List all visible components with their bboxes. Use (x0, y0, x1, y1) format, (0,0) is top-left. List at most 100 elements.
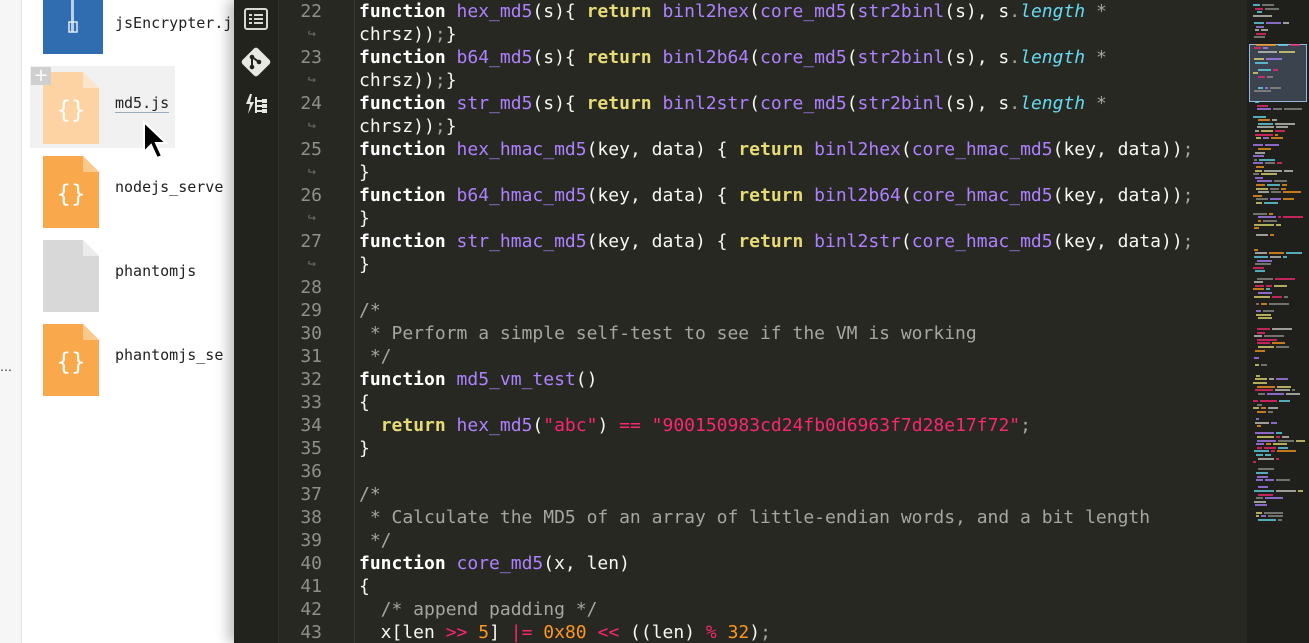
code-token: hex_md5 (456, 1, 533, 22)
minimap-line (1279, 400, 1290, 402)
minimap-line (1255, 349, 1265, 352)
minimap-line (1271, 450, 1275, 453)
minimap-line (1253, 144, 1263, 147)
js-file-icon: {} (43, 324, 99, 396)
line-number: 25 (300, 139, 322, 160)
minimap-line (1265, 497, 1283, 500)
minimap-line (1266, 284, 1272, 287)
code-line: return hex_md5("abc") == "900150983cd24f… (359, 414, 1031, 437)
code-token: function (359, 47, 457, 68)
svg-text:{}: {} (57, 96, 86, 124)
minimap[interactable] (1247, 0, 1309, 643)
line-number: 43 (300, 622, 322, 643)
minimap-line (1278, 439, 1294, 442)
minimap-line (1261, 364, 1267, 366)
line-number: 32 (300, 369, 322, 390)
minimap-line (1276, 432, 1282, 435)
code-token: return (586, 47, 663, 68)
file-name: nodejs_serve (115, 178, 224, 196)
minimap-line (1253, 72, 1258, 75)
code-token: ( (749, 47, 760, 68)
minimap-line (1276, 479, 1290, 482)
code-token: str_hmac_md5 (456, 231, 587, 252)
file-item-phantomjs[interactable]: phantomjs (30, 234, 196, 316)
code-token: x[len (359, 622, 446, 643)
minimap-line (1253, 400, 1258, 402)
minimap-line (1265, 479, 1274, 482)
minimap-line (1298, 490, 1303, 492)
code-token: * Calculate the MD5 of an array of littl… (359, 507, 1151, 528)
minimap-line (1254, 248, 1258, 251)
file-item-phantomjs-server[interactable]: {} phantomjs_se (30, 318, 223, 400)
code-token: 5 (478, 622, 490, 643)
code-token: 32 (727, 622, 750, 643)
outline-icon[interactable] (243, 6, 269, 32)
minimap-line (1257, 104, 1268, 107)
code-token: length (1020, 93, 1086, 114)
code-token: == (619, 415, 641, 436)
code-token: str2binl (857, 1, 945, 22)
more-ellipsis[interactable]: … (0, 360, 12, 374)
line-number: 24 (300, 93, 322, 114)
code-token: binl2str (814, 231, 901, 252)
minimap-line (1261, 130, 1273, 132)
minimap-line (1260, 400, 1277, 402)
code-token: << (597, 622, 620, 643)
code-token: } (359, 438, 370, 459)
minimap-line (1253, 155, 1264, 158)
minimap-line (1257, 403, 1262, 406)
minimap-line (1270, 198, 1281, 201)
code-area[interactable]: function hex_md5(s){ return binl2hex(cor… (359, 0, 1239, 643)
code-token: (key, data)) (1052, 231, 1183, 252)
code-line: function core_md5(x, len) (359, 552, 630, 575)
minimap-line (1255, 263, 1271, 266)
minimap-line (1254, 281, 1263, 284)
minimap-line (1269, 378, 1274, 381)
minimap-line (1279, 50, 1295, 53)
minimap-line (1258, 392, 1265, 395)
code-token: binl2b64 (814, 185, 901, 206)
code-token: (s), s (944, 1, 1010, 22)
code-token: function (359, 93, 457, 114)
minimap-line (1276, 126, 1288, 129)
code-line: function md5_vm_test() (359, 368, 597, 391)
minimap-line (1275, 389, 1290, 392)
code-token: ( (900, 139, 912, 160)
minimap-line (1253, 194, 1262, 197)
file-item-nodejs-server[interactable]: {} nodejs_serve (30, 150, 223, 232)
gutter-separator (354, 0, 355, 643)
code-token: return (586, 93, 663, 114)
minimap-line (1278, 446, 1288, 449)
structure-icon[interactable] (243, 92, 269, 118)
git-icon[interactable] (240, 46, 272, 78)
minimap-line (1256, 497, 1263, 500)
code-token: binl2str (662, 93, 750, 114)
code-token: * Perform a simple self-test to see if t… (359, 323, 977, 344)
minimap-line (1261, 29, 1268, 32)
minimap-line (1267, 184, 1280, 186)
code-line-continuation: chrsz));} (359, 115, 457, 138)
code-token: . (1009, 47, 1021, 68)
wrap-indicator-icon: ↪ (307, 210, 316, 226)
minimap-line (1278, 216, 1281, 219)
minimap-line (1261, 173, 1277, 176)
minimap-line (1257, 475, 1268, 478)
minimap-line (1256, 184, 1265, 186)
code-token: str2binl (857, 93, 945, 114)
minimap-line (1255, 176, 1263, 179)
line-number: 33 (300, 392, 322, 413)
minimap-line (1270, 187, 1279, 190)
file-item-jsencrypter[interactable]: jsEncrypter.j (30, 0, 232, 60)
minimap-line (1269, 302, 1289, 305)
code-token: } (359, 208, 370, 229)
code-token: str2binl (857, 47, 945, 68)
minimap-line (1275, 130, 1285, 132)
minimap-line (1272, 328, 1292, 330)
minimap-line (1258, 216, 1276, 219)
code-token: core_hmac_md5 (911, 185, 1053, 206)
add-to-selection-button[interactable]: + (31, 67, 51, 85)
code-token: return (738, 185, 815, 206)
code-token: core_hmac_md5 (911, 139, 1053, 160)
